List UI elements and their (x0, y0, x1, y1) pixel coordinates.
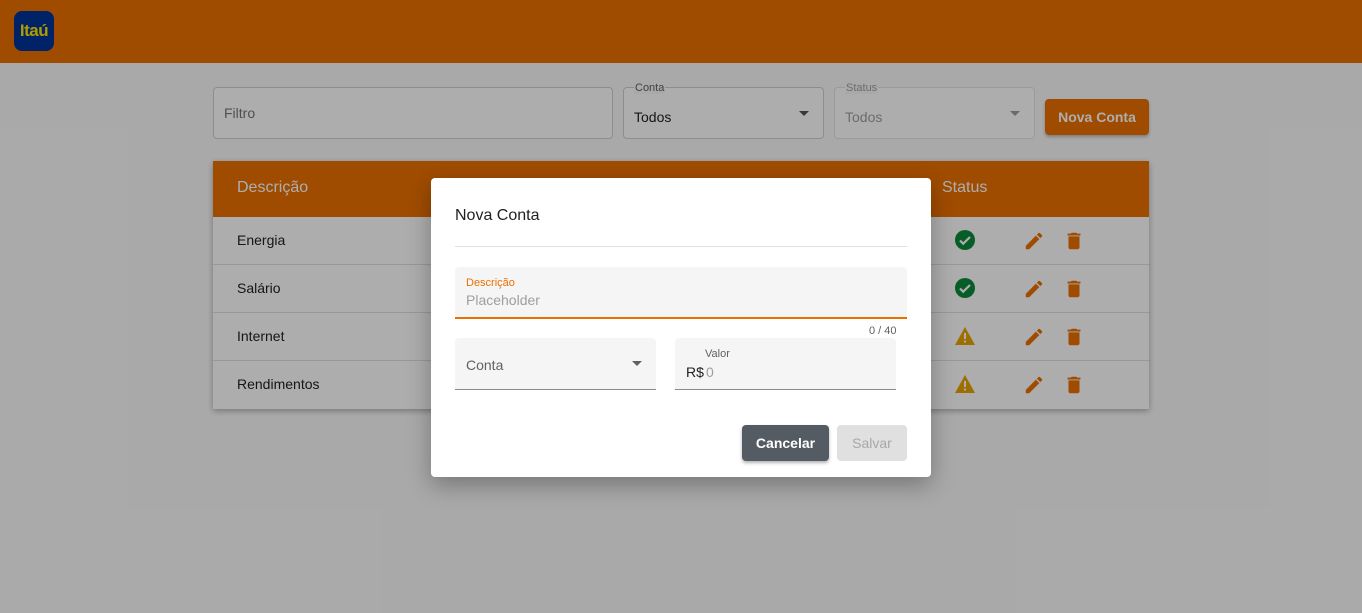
dialog-title: Nova Conta (455, 207, 540, 224)
descricao-placeholder: Placeholder (466, 292, 540, 308)
conta-dialog-select[interactable]: Conta (455, 338, 656, 390)
conta-placeholder: Conta (466, 357, 504, 373)
save-button[interactable]: Salvar (837, 425, 907, 461)
descricao-label: Descrição (466, 277, 515, 289)
cancel-button[interactable]: Cancelar (742, 425, 829, 461)
currency-prefix: R$ (686, 364, 704, 380)
valor-value: 0 (706, 364, 714, 380)
nova-conta-dialog: Nova Conta Descrição Placeholder 0 / 40 … (431, 178, 931, 477)
valor-input[interactable]: Valor R$ 0 (675, 338, 896, 390)
valor-label: Valor (705, 348, 730, 360)
chevron-down-icon (632, 361, 642, 366)
dialog-divider (455, 246, 907, 247)
char-counter: 0 / 40 (869, 325, 897, 337)
descricao-input[interactable]: Descrição Placeholder (455, 267, 907, 319)
